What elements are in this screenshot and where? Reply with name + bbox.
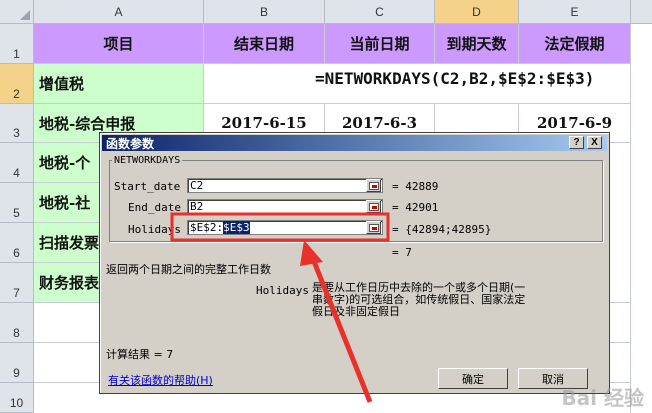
arrow-line [308, 253, 373, 403]
watermark-logo: Bai 经验 [561, 386, 644, 410]
arrow-head [300, 240, 323, 266]
highlight-box [170, 212, 390, 242]
annotation-overlay [170, 212, 390, 403]
